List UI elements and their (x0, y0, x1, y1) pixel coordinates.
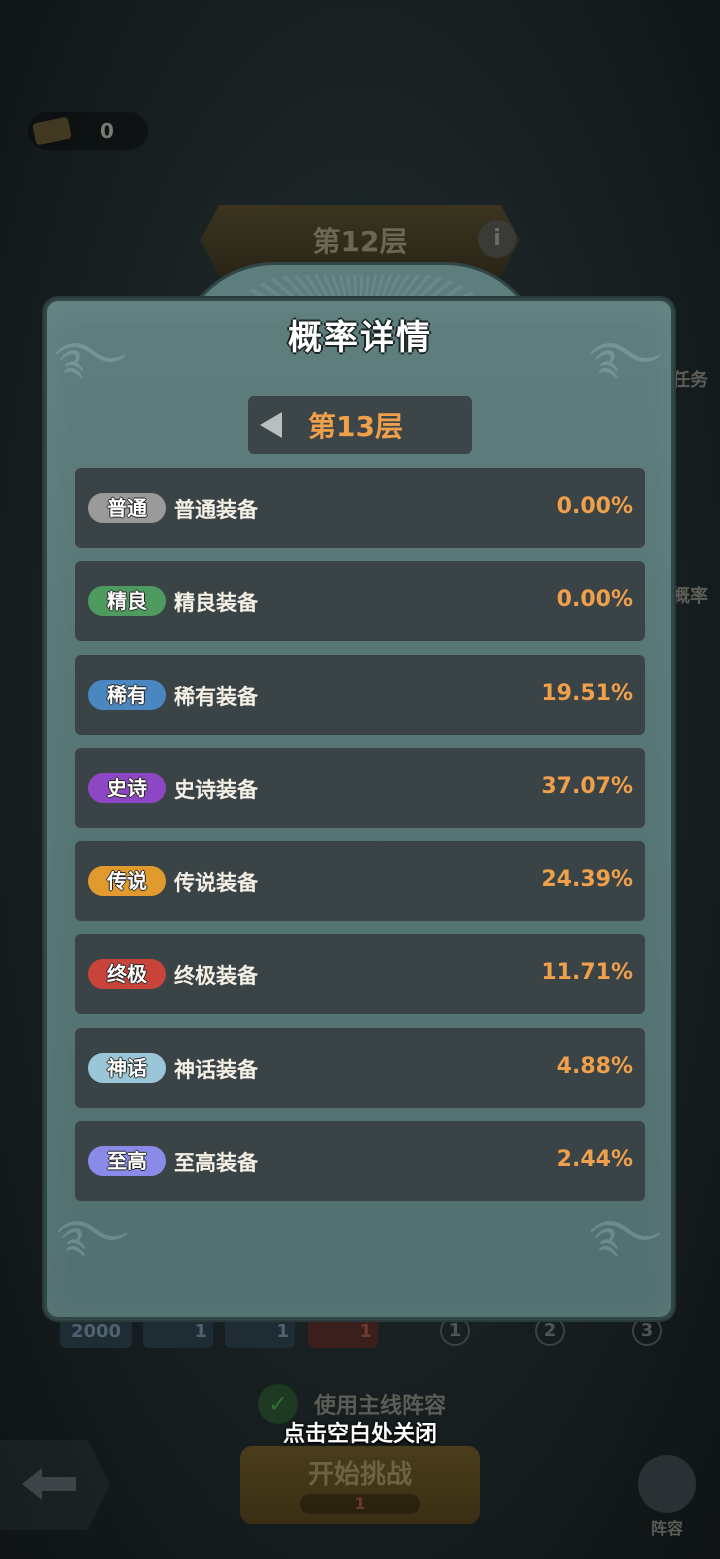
probability-row: 终极 终极装备 11.71% (75, 934, 645, 1015)
previous-floor-button[interactable] (256, 408, 286, 442)
tap-blank-to-close-hint[interactable]: 点击空白处关闭 (0, 1416, 720, 1448)
bottom-values-row: 2000 1 1 1 1 2 3 (0, 1316, 720, 1350)
rarity-probability: 0.00% (556, 494, 633, 519)
modal-title: 概率详情 (288, 318, 432, 358)
rarity-name: 神话装备 (174, 1057, 258, 1082)
rarity-badge: 终极 (88, 959, 166, 990)
start-challenge-button: 开始挑战 1 (240, 1446, 480, 1524)
rarity-name: 普通装备 (174, 498, 258, 522)
probability-row: 神话 神话装备 4.88% (75, 1027, 645, 1108)
currency-counter: 0 (28, 112, 148, 150)
step-circle: 1 (440, 1316, 470, 1346)
rarity-badge: 精良 (88, 586, 166, 617)
rarity-name: 精良装备 (174, 591, 258, 616)
rarity-probability: 24.39% (541, 867, 633, 893)
value-chip: 2000 (60, 1316, 132, 1348)
rarity-probability: 37.07% (541, 773, 633, 799)
value-chip: 1 (225, 1316, 295, 1348)
team-icon (638, 1455, 696, 1513)
rarity-probability: 0.00% (556, 587, 633, 613)
current-floor-label: 第12层 (312, 225, 408, 258)
team-label: 阵容 (650, 1519, 683, 1538)
start-challenge-label: 开始挑战 (307, 1460, 412, 1490)
rarity-name: 稀有装备 (174, 684, 258, 709)
rarity-badge: 普通 (88, 493, 166, 523)
probability-row: 至高 至高装备 2.44% (75, 1121, 645, 1202)
probability-row: 稀有 稀有装备 19.51% (75, 654, 645, 735)
currency-value: 0 (100, 119, 114, 143)
rarity-probability: 11.71% (541, 960, 633, 986)
floor-label: 第13层 (308, 410, 403, 443)
side-label-probability: 概率 (672, 586, 708, 607)
rarity-name: 终极装备 (174, 964, 258, 989)
rarity-probability: 2.44% (556, 1147, 633, 1173)
rarity-probability: 19.51% (541, 680, 633, 706)
probability-row: 精良 精良装备 0.00% (75, 561, 645, 642)
rarity-badge: 稀有 (88, 679, 166, 710)
rarity-name: 传说装备 (174, 871, 258, 896)
triangle-left-icon (260, 412, 282, 438)
value-chip: 1 (308, 1316, 378, 1348)
step-circle: 3 (632, 1316, 662, 1346)
rarity-badge: 史诗 (88, 772, 166, 803)
rarity-badge: 传说 (88, 866, 166, 897)
start-cost: 1 (300, 1494, 420, 1514)
probability-row: 史诗 史诗装备 37.07% (75, 747, 645, 828)
probability-row: 传说 传说装备 24.39% (75, 841, 645, 922)
rarity-name: 至高装备 (174, 1151, 258, 1176)
info-icon: i (478, 220, 516, 258)
ticket-icon (32, 116, 72, 146)
rarity-name: 史诗装备 (174, 777, 258, 802)
side-label-tasks: 任务 (672, 370, 708, 391)
probability-row: 普通 普通装备 0.00% (75, 468, 645, 548)
rarity-badge: 至高 (88, 1146, 166, 1177)
value-chip: 1 (143, 1316, 213, 1348)
team-button: 阵容 (632, 1455, 702, 1538)
rarity-badge: 神话 (88, 1052, 166, 1083)
probability-list: 普通 普通装备 0.00% 精良 精良装备 0.00% 稀有 稀有装备 19.5… (75, 468, 645, 1214)
back-button (0, 1440, 110, 1530)
floor-selector: 第13层 (248, 396, 472, 454)
back-arrow-icon (22, 1468, 76, 1500)
step-circle: 2 (535, 1316, 565, 1346)
rarity-probability: 4.88% (556, 1053, 633, 1079)
